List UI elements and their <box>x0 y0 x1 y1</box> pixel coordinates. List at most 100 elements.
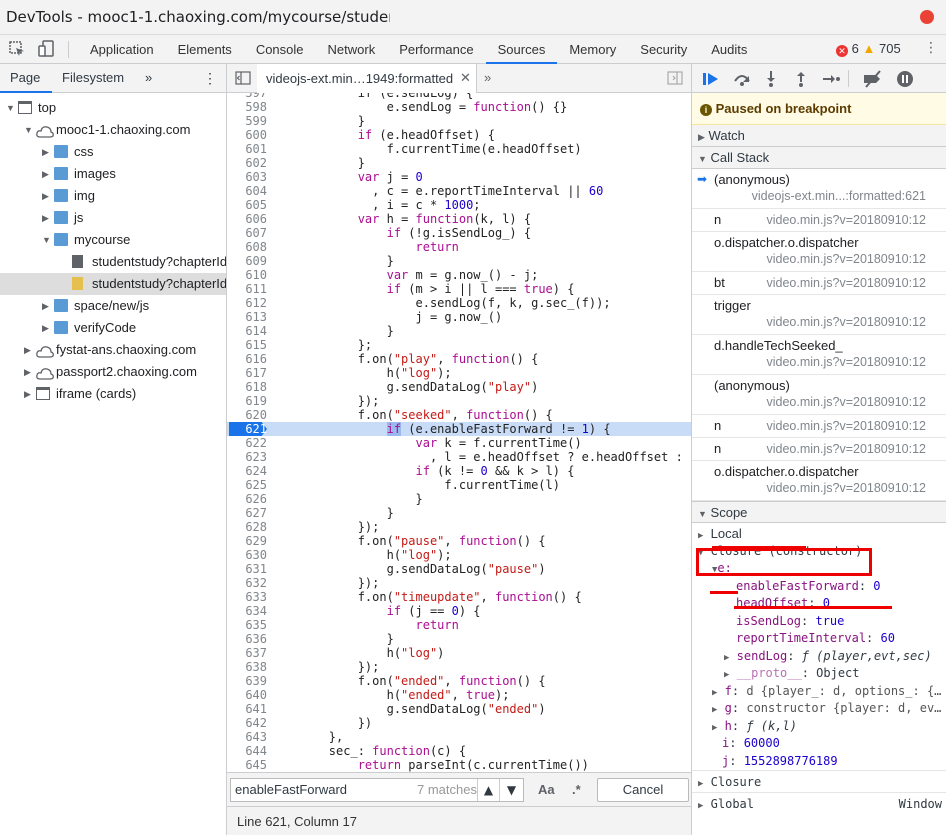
chevron-right-icon[interactable]: ▶ <box>42 163 49 185</box>
scope-section-header[interactable]: ▼ Scope <box>692 501 946 523</box>
line-number[interactable]: 610 <box>227 268 267 282</box>
navigator-menu-icon[interactable]: ⋮ <box>203 70 217 87</box>
line-number[interactable]: 642 <box>227 716 267 730</box>
tree-item[interactable]: ▶ css <box>0 141 226 163</box>
line-number[interactable]: 622 <box>227 436 267 450</box>
call-frame-location[interactable]: video.min.js?v=20180910:12 <box>767 481 927 495</box>
line-number[interactable]: 625 <box>227 478 267 492</box>
chevron-down-icon[interactable]: ▼ <box>24 119 33 141</box>
line-number[interactable]: 639 <box>227 674 267 688</box>
close-icon[interactable] <box>920 10 934 24</box>
tab-security[interactable]: Security <box>628 35 699 64</box>
line-number[interactable]: 604 <box>227 184 267 198</box>
chevron-right-icon[interactable]: ▶ <box>42 317 49 339</box>
tree-item[interactable]: ▶ fystat-ans.chaoxing.com <box>0 339 226 361</box>
tree-item[interactable]: ▶ space/new/js <box>0 295 226 317</box>
scope-var-h[interactable]: ▶ h: ƒ (k,l) <box>692 718 946 736</box>
line-number[interactable]: 597 <box>227 93 267 100</box>
line-number[interactable]: 603 <box>227 170 267 184</box>
line-number[interactable]: 636 <box>227 632 267 646</box>
tree-item[interactable]: ▶ img <box>0 185 226 207</box>
chevron-down-icon[interactable]: ▼ <box>6 97 15 119</box>
scope-var-j[interactable]: j: 1552898776189 <box>692 753 946 771</box>
line-number[interactable]: 605 <box>227 198 267 212</box>
call-frame[interactable]: n video.min.js?v=20180910:12 <box>692 415 946 438</box>
chevron-down-icon[interactable]: ▼ <box>42 229 51 251</box>
call-frame-location[interactable]: videojs-ext.min...:formatted:621 <box>752 189 926 203</box>
line-number[interactable]: 630 <box>227 548 267 562</box>
line-number[interactable]: 598 <box>227 100 267 114</box>
more-files-icon[interactable]: » <box>484 70 491 85</box>
line-number[interactable]: 613 <box>227 310 267 324</box>
line-number[interactable]: 607 <box>227 226 267 240</box>
line-number[interactable]: 644 <box>227 744 267 758</box>
call-frame[interactable]: n video.min.js?v=20180910:12 <box>692 209 946 232</box>
line-number[interactable]: 626 <box>227 492 267 506</box>
call-frame[interactable]: o.dispatcher.o.dispatcher video.min.js?v=… <box>692 461 946 501</box>
line-number[interactable]: 631 <box>227 562 267 576</box>
scope-var-g[interactable]: ▶ g: constructor {player: d, ev… <box>692 700 946 718</box>
cancel-button[interactable]: Cancel <box>597 778 689 802</box>
tree-item[interactable]: ▶ passport2.chaoxing.com <box>0 361 226 383</box>
step-icon[interactable] <box>822 71 840 87</box>
line-number[interactable]: 635 <box>227 618 267 632</box>
file-tab[interactable]: videojs-ext.min…1949:formatted ✕ <box>257 64 477 93</box>
deactivate-breakpoints-icon[interactable] <box>862 70 884 88</box>
tab-filesystem[interactable]: Filesystem <box>62 70 124 85</box>
call-frame[interactable]: bt video.min.js?v=20180910:12 <box>692 272 946 295</box>
line-number[interactable]: 612 <box>227 296 267 310</box>
resume-icon[interactable] <box>702 71 720 87</box>
watch-section-header[interactable]: ▶ Watch <box>692 125 946 147</box>
tab-application[interactable]: Application <box>78 35 166 64</box>
code-editor[interactable]: 597 if (e.sendLog) {598 e.sendLog = func… <box>227 93 691 772</box>
call-frame-location[interactable]: video.min.js?v=20180910:12 <box>767 276 927 290</box>
call-frame[interactable]: (anonymous) video.min.js?v=20180910:12 <box>692 375 946 415</box>
chevron-right-icon[interactable]: ▶ <box>24 383 31 405</box>
tree-item[interactable]: studentstudy?chapterId= <box>0 273 226 295</box>
line-number[interactable]: 599 <box>227 114 267 128</box>
tab-memory[interactable]: Memory <box>557 35 628 64</box>
line-number[interactable]: 629 <box>227 534 267 548</box>
call-frame[interactable]: n video.min.js?v=20180910:12 <box>692 438 946 461</box>
scope-var-i[interactable]: i: 60000 <box>692 735 946 753</box>
next-match-icon[interactable]: ▼ <box>499 779 523 801</box>
line-number[interactable]: 617 <box>227 366 267 380</box>
tab-performance[interactable]: Performance <box>387 35 485 64</box>
scope-local[interactable]: ▶ Local <box>692 525 946 543</box>
chevron-right-icon[interactable]: ▶ <box>42 207 49 229</box>
chevron-right-icon[interactable]: ▶ <box>42 141 49 163</box>
line-number[interactable]: 616 <box>227 352 267 366</box>
scope-closure[interactable]: ▶ Closure <box>692 770 946 792</box>
tree-item[interactable]: ▶ images <box>0 163 226 185</box>
more-menu-icon[interactable]: ⋮ <box>924 40 938 56</box>
line-number[interactable]: 627 <box>227 506 267 520</box>
call-frame[interactable]: d.handleTechSeeked_ video.min.js?v=201809… <box>692 335 946 375</box>
call-frame[interactable]: trigger video.min.js?v=20180910:12 <box>692 295 946 335</box>
line-number[interactable]: 611 <box>227 282 267 296</box>
call-frame-location[interactable]: video.min.js?v=20180910:12 <box>767 315 927 329</box>
tab-sources[interactable]: Sources <box>485 35 558 64</box>
tree-item[interactable]: ▶ verifyCode <box>0 317 226 339</box>
line-number[interactable]: 633 <box>227 590 267 604</box>
close-tab-icon[interactable]: ✕ <box>460 70 471 86</box>
tree-item[interactable]: ▶ iframe (cards) <box>0 383 226 405</box>
line-number[interactable]: 609 <box>227 254 267 268</box>
tree-item[interactable]: ▶ js <box>0 207 226 229</box>
line-number[interactable]: 623 <box>227 450 267 464</box>
tab-elements[interactable]: Elements <box>166 35 244 64</box>
line-number[interactable]: 645 <box>227 758 267 772</box>
tree-item[interactable]: ▼ mycourse <box>0 229 226 251</box>
line-number[interactable]: 643 <box>227 730 267 744</box>
prop-headOffset[interactable]: headOffset: 0 <box>692 595 946 613</box>
device-toolbar-icon[interactable] <box>38 40 56 58</box>
toggle-debugger-icon[interactable] <box>667 71 683 85</box>
tree-item[interactable]: ▼ top <box>0 97 226 119</box>
tab-audits[interactable]: Audits <box>699 35 759 64</box>
line-number[interactable]: 620 <box>227 408 267 422</box>
tab-page[interactable]: Page <box>10 70 40 85</box>
line-number[interactable]: 619 <box>227 394 267 408</box>
inspect-element-icon[interactable] <box>8 40 26 58</box>
line-number[interactable]: 634 <box>227 604 267 618</box>
line-number[interactable]: 601 <box>227 142 267 156</box>
chevron-right-icon[interactable]: ▶ <box>42 295 49 317</box>
